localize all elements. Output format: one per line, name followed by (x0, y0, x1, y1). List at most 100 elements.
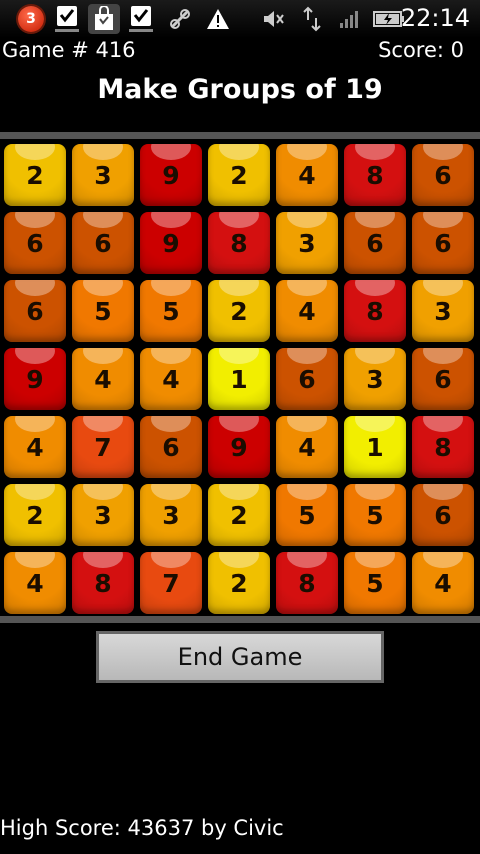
tile[interactable]: 6 (276, 348, 338, 410)
tile[interactable]: 6 (4, 212, 66, 274)
tile-number: 4 (434, 568, 452, 598)
tile-number: 2 (26, 500, 44, 530)
tile[interactable]: 5 (344, 552, 406, 614)
tile[interactable]: 4 (4, 416, 66, 478)
tile-number: 3 (434, 296, 452, 326)
tile[interactable]: 2 (4, 144, 66, 206)
tile-number: 5 (162, 296, 180, 326)
tile[interactable]: 1 (344, 416, 406, 478)
divider-top (0, 132, 480, 139)
tile[interactable]: 6 (344, 212, 406, 274)
market-bag-icon (88, 4, 120, 34)
status-time: 22:14 (400, 4, 470, 32)
warning-icon (204, 4, 232, 34)
tile[interactable]: 5 (72, 280, 134, 342)
tile-number: 5 (298, 500, 316, 530)
tile-number: 5 (94, 296, 112, 326)
tile-number: 9 (162, 228, 180, 258)
tile[interactable]: 5 (344, 484, 406, 546)
tile-number: 3 (94, 160, 112, 190)
tile[interactable]: 6 (140, 416, 202, 478)
download-complete-icon (126, 4, 156, 34)
game-number: Game # 416 (2, 38, 136, 62)
tile[interactable]: 4 (276, 280, 338, 342)
tile[interactable]: 9 (4, 348, 66, 410)
tile-number: 8 (230, 228, 248, 258)
tile-number: 6 (434, 364, 452, 394)
tile[interactable]: 7 (140, 552, 202, 614)
tile[interactable]: 3 (412, 280, 474, 342)
end-game-button[interactable]: End Game (96, 631, 384, 683)
tile[interactable]: 6 (412, 212, 474, 274)
notification-count-badge[interactable]: 3 (18, 6, 44, 32)
tile-number: 6 (26, 296, 44, 326)
tile[interactable]: 9 (140, 212, 202, 274)
tile[interactable]: 7 (72, 416, 134, 478)
tile[interactable]: 8 (344, 144, 406, 206)
tile[interactable]: 4 (72, 348, 134, 410)
tile[interactable]: 6 (412, 484, 474, 546)
tile[interactable]: 8 (208, 212, 270, 274)
tile-number: 5 (366, 500, 384, 530)
divider-bottom (0, 616, 480, 623)
tile[interactable]: 4 (140, 348, 202, 410)
tile[interactable]: 1 (208, 348, 270, 410)
tile-number: 7 (162, 568, 180, 598)
tile-number: 2 (230, 160, 248, 190)
tile[interactable]: 9 (208, 416, 270, 478)
tile-number: 9 (230, 432, 248, 462)
tile-number: 1 (366, 432, 384, 462)
tile-number: 4 (26, 432, 44, 462)
tile[interactable]: 3 (344, 348, 406, 410)
tile[interactable]: 4 (4, 552, 66, 614)
tile[interactable]: 2 (208, 144, 270, 206)
tile[interactable]: 8 (412, 416, 474, 478)
tile-number: 2 (230, 296, 248, 326)
tile-number: 3 (162, 500, 180, 530)
tile-number: 8 (298, 568, 316, 598)
tile-number: 6 (94, 228, 112, 258)
tile-number: 8 (94, 568, 112, 598)
tile[interactable]: 9 (140, 144, 202, 206)
tile[interactable]: 2 (208, 484, 270, 546)
tile-number: 6 (434, 228, 452, 258)
tile-number: 3 (94, 500, 112, 530)
tile[interactable]: 8 (276, 552, 338, 614)
tile[interactable]: 5 (276, 484, 338, 546)
tile[interactable]: 6 (4, 280, 66, 342)
tile[interactable]: 8 (72, 552, 134, 614)
tile[interactable]: 6 (412, 348, 474, 410)
game-board: 2 3 9 2 4 8 6 6 6 9 8 3 6 6 6 5 5 2 4 8 3 9 4 4 1 6 3 6 4 7 6 9 4 1 8 2 3 3 2 5… (0, 140, 480, 616)
tile[interactable]: 3 (140, 484, 202, 546)
tile[interactable]: 6 (412, 144, 474, 206)
tile-number: 6 (162, 432, 180, 462)
tile[interactable]: 4 (276, 144, 338, 206)
tile[interactable]: 8 (344, 280, 406, 342)
tile[interactable]: 3 (276, 212, 338, 274)
tile-number: 6 (298, 364, 316, 394)
data-transfer-icon (298, 4, 326, 34)
tile-number: 3 (366, 364, 384, 394)
tile[interactable]: 6 (72, 212, 134, 274)
tile-number: 8 (366, 160, 384, 190)
mute-icon (260, 4, 288, 34)
signal-icon (336, 4, 364, 34)
tile-number: 4 (298, 160, 316, 190)
tile-number: 4 (298, 432, 316, 462)
tile[interactable]: 2 (208, 280, 270, 342)
tile-number: 4 (162, 364, 180, 394)
tile[interactable]: 2 (4, 484, 66, 546)
tile-number: 9 (26, 364, 44, 394)
tile[interactable]: 2 (208, 552, 270, 614)
tile[interactable]: 3 (72, 484, 134, 546)
tile-number: 1 (230, 364, 248, 394)
tile[interactable]: 3 (72, 144, 134, 206)
high-score: High Score: 43637 by Civic (0, 816, 284, 840)
tile[interactable]: 5 (140, 280, 202, 342)
tile-number: 4 (298, 296, 316, 326)
tile[interactable]: 4 (276, 416, 338, 478)
tile-number: 7 (94, 432, 112, 462)
tile-number: 6 (434, 500, 452, 530)
tile[interactable]: 4 (412, 552, 474, 614)
tile-number: 4 (26, 568, 44, 598)
